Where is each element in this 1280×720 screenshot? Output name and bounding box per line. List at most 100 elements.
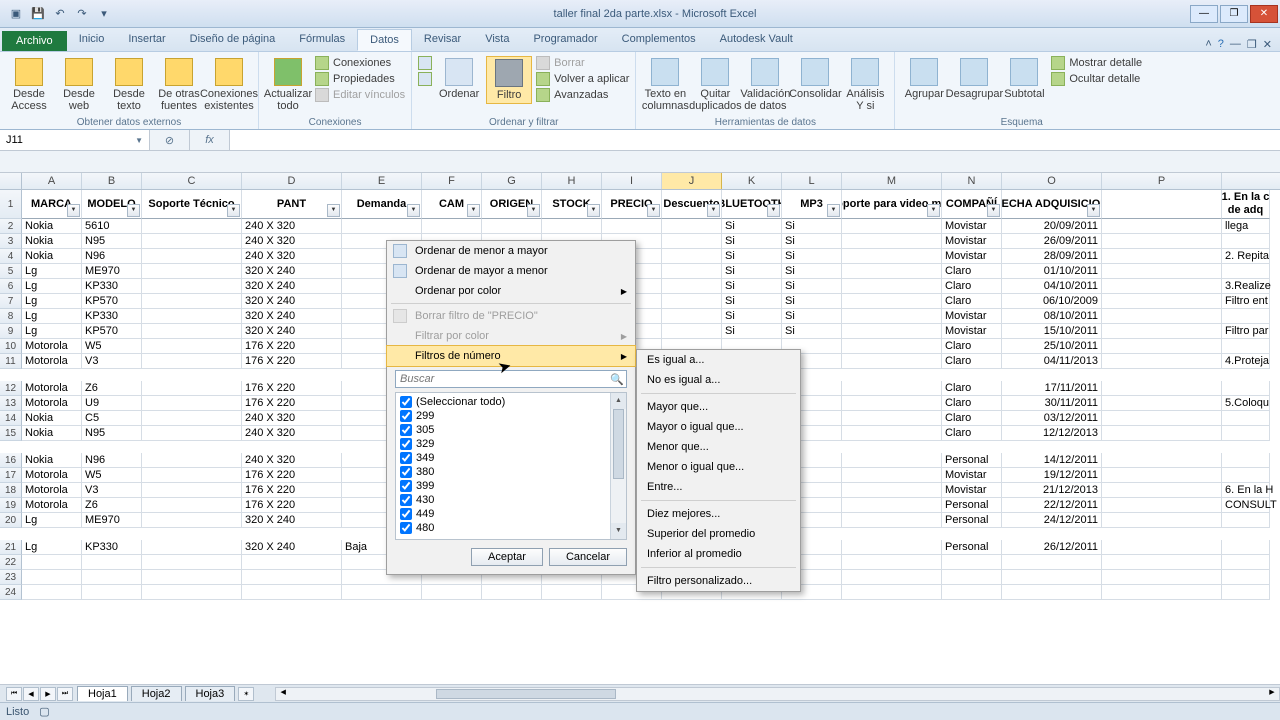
- data-cell[interactable]: [142, 294, 242, 309]
- column-header[interactable]: E: [342, 173, 422, 189]
- data-cell[interactable]: Personal: [942, 453, 1002, 468]
- data-cell[interactable]: 01/10/2011: [1002, 264, 1102, 279]
- ribbon-tab[interactable]: Fórmulas: [287, 29, 357, 51]
- data-cell[interactable]: 320 X 240: [242, 309, 342, 324]
- data-cell[interactable]: [662, 234, 722, 249]
- data-cell[interactable]: Lg: [22, 294, 82, 309]
- data-cell[interactable]: [82, 585, 142, 600]
- data-cell[interactable]: Si: [722, 279, 782, 294]
- row-header[interactable]: 2: [0, 219, 22, 234]
- data-cell[interactable]: W5: [82, 339, 142, 354]
- data-cell[interactable]: V3: [82, 354, 142, 369]
- data-cell[interactable]: [142, 309, 242, 324]
- data-cell[interactable]: 3.Realize: [1222, 279, 1270, 294]
- data-cell[interactable]: [1102, 453, 1222, 468]
- data-cell[interactable]: [1222, 411, 1270, 426]
- data-cell[interactable]: Si: [722, 234, 782, 249]
- data-cell[interactable]: [1222, 381, 1270, 396]
- data-cell[interactable]: U9: [82, 396, 142, 411]
- data-cell[interactable]: Si: [782, 234, 842, 249]
- data-cell[interactable]: Claro: [942, 426, 1002, 441]
- data-cell[interactable]: [1102, 219, 1222, 234]
- data-cell[interactable]: [1102, 234, 1222, 249]
- hide-detail-item[interactable]: Ocultar detalle: [1051, 72, 1142, 86]
- data-cell[interactable]: [1102, 381, 1222, 396]
- submenu-item[interactable]: Menor o igual que...: [637, 457, 800, 477]
- row-header[interactable]: 6: [0, 279, 22, 294]
- data-cell[interactable]: [1102, 279, 1222, 294]
- filter-dropdown-button[interactable]: ▼: [527, 204, 540, 217]
- filter-checkbox[interactable]: [400, 466, 412, 478]
- filter-dropdown-button[interactable]: ▼: [927, 204, 940, 217]
- data-cell[interactable]: 320 X 240: [242, 513, 342, 528]
- data-cell[interactable]: [842, 294, 942, 309]
- ribbon-tab[interactable]: Revisar: [412, 29, 473, 51]
- row-header[interactable]: 21: [0, 540, 22, 555]
- data-cell[interactable]: Si: [722, 249, 782, 264]
- data-cell[interactable]: [842, 219, 942, 234]
- save-icon[interactable]: 💾: [28, 4, 48, 24]
- data-cell[interactable]: Z6: [82, 498, 142, 513]
- excel-app-icon[interactable]: ▣: [6, 4, 26, 24]
- data-cell[interactable]: [142, 381, 242, 396]
- data-cell[interactable]: [82, 570, 142, 585]
- sort-button[interactable]: Ordenar: [436, 56, 482, 102]
- filter-value-item[interactable]: 449: [398, 507, 624, 521]
- data-cell[interactable]: [842, 540, 942, 555]
- data-cell[interactable]: C5: [82, 411, 142, 426]
- filter-checkbox[interactable]: [400, 410, 412, 422]
- filter-dropdown-button[interactable]: ▼: [327, 204, 340, 217]
- row-header[interactable]: 13: [0, 396, 22, 411]
- data-cell[interactable]: Movistar: [942, 219, 1002, 234]
- filter-button[interactable]: Filtro: [486, 56, 532, 104]
- data-cell[interactable]: [1102, 483, 1222, 498]
- column-header[interactable]: O: [1002, 173, 1102, 189]
- filter-value-item[interactable]: 305: [398, 423, 624, 437]
- data-cell[interactable]: [1002, 555, 1102, 570]
- filter-checkbox[interactable]: [400, 452, 412, 464]
- filter-value-item[interactable]: 380: [398, 465, 624, 479]
- redo-icon[interactable]: ↷: [72, 4, 92, 24]
- data-cell[interactable]: 320 X 240: [242, 540, 342, 555]
- new-sheet-button[interactable]: ✶: [238, 687, 254, 701]
- row-header[interactable]: 3: [0, 234, 22, 249]
- data-cell[interactable]: [142, 426, 242, 441]
- data-cell[interactable]: [842, 411, 942, 426]
- row-header[interactable]: 15: [0, 426, 22, 441]
- data-cell[interactable]: [482, 585, 542, 600]
- data-tools-button[interactable]: Validación de datos: [742, 56, 788, 114]
- data-cell[interactable]: Si: [782, 264, 842, 279]
- data-cell[interactable]: Personal: [942, 498, 1002, 513]
- data-cell[interactable]: Movistar: [942, 483, 1002, 498]
- data-cell[interactable]: [1222, 234, 1270, 249]
- data-cell[interactable]: [242, 555, 342, 570]
- sort-descending-item[interactable]: Ordenar de mayor a menor: [387, 261, 635, 281]
- column-header[interactable]: I: [602, 173, 662, 189]
- filter-value-item[interactable]: 329: [398, 437, 624, 451]
- data-cell[interactable]: [1102, 555, 1222, 570]
- data-cell[interactable]: Lg: [22, 264, 82, 279]
- column-header[interactable]: A: [22, 173, 82, 189]
- row-header[interactable]: 19: [0, 498, 22, 513]
- data-cell[interactable]: Claro: [942, 396, 1002, 411]
- data-cell[interactable]: 30/11/2011: [1002, 396, 1102, 411]
- data-cell[interactable]: Lg: [22, 540, 82, 555]
- ribbon-tab[interactable]: Programador: [521, 29, 609, 51]
- data-cell[interactable]: [942, 570, 1002, 585]
- column-header[interactable]: C: [142, 173, 242, 189]
- data-cell[interactable]: Nokia: [22, 249, 82, 264]
- filter-dropdown-button[interactable]: ▼: [827, 204, 840, 217]
- data-cell[interactable]: [142, 264, 242, 279]
- column-header[interactable]: N: [942, 173, 1002, 189]
- row-header[interactable]: 20: [0, 513, 22, 528]
- data-cell[interactable]: Movistar: [942, 468, 1002, 483]
- filter-dropdown-button[interactable]: ▼: [647, 204, 660, 217]
- data-cell[interactable]: [342, 585, 422, 600]
- outline-button[interactable]: Agrupar: [901, 56, 947, 102]
- data-cell[interactable]: KP570: [82, 324, 142, 339]
- filter-dropdown-button[interactable]: ▼: [707, 204, 720, 217]
- data-cell[interactable]: 320 X 240: [242, 294, 342, 309]
- filter-value-item[interactable]: 399: [398, 479, 624, 493]
- filter-value-item[interactable]: 430: [398, 493, 624, 507]
- row-header[interactable]: 12: [0, 381, 22, 396]
